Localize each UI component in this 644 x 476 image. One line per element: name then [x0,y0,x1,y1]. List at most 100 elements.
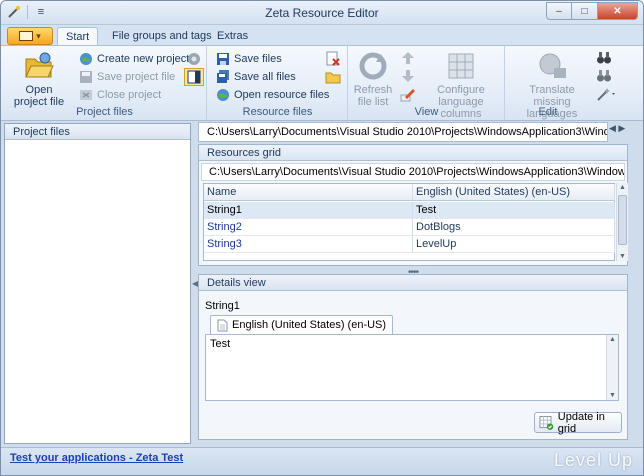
file-path-bar[interactable]: C:\Users\Larry\Documents\Visual Studio 2… [198,122,608,142]
refresh-file-list-label: Refresh file list [353,84,393,108]
level-up-watermark: Level Up [553,450,633,470]
row-value-cell[interactable]: DotBlogs [413,219,615,236]
language-tab-label: English (United States) (en-US) [232,319,387,331]
tab-extras[interactable]: Extras [209,27,256,46]
find-binoculars-icon[interactable] [596,50,612,66]
row-value-cell[interactable]: Test [413,202,615,219]
application-menu-button[interactable]: ▾ [7,27,53,45]
table-row[interactable]: String1 Test [204,202,615,219]
folder-open-icon [25,52,54,78]
close-button[interactable]: ✕ [598,2,638,20]
open-resource-files-label: Open resource files [234,88,330,101]
folder-icon[interactable] [325,69,341,85]
status-bar: Test your applications - Zeta Test Level… [1,447,643,475]
group-view: Refresh file list Configure language col… [349,46,505,120]
table-row[interactable]: String2 DotBlogs [204,219,615,236]
translate-globe-icon [539,53,566,78]
group-project-files: Open project file Create new project Sav… [3,46,207,120]
scroll-up-icon[interactable]: ▲ [609,336,616,343]
project-settings-icon[interactable] [186,51,202,67]
row-name-cell[interactable]: String2 [204,219,413,236]
globe-icon [80,52,92,65]
close-project-icon [80,89,92,100]
path-scroll-arrows[interactable]: ◀ ▶ [609,123,625,134]
scroll-down-icon[interactable]: ▼ [609,392,616,399]
tab-file-groups-and-tags[interactable]: File groups and tags [104,27,220,46]
delete-file-icon[interactable] [325,51,341,67]
group-label-resource-files: Resource files [242,106,313,118]
app-window: ≡ Zeta Resource Editor – □ ✕ ▾ Start Fil… [0,0,644,476]
chevron-down-icon: ▾ [36,30,41,41]
grid-scrollbar[interactable]: ▲ ▼ [616,183,628,261]
translation-text-editor[interactable]: Test ▲ ▼ [205,334,619,401]
details-view-title: Details view [199,275,627,291]
toggle-panel-icon[interactable] [184,68,204,86]
globe-open-icon [217,88,229,101]
create-new-project-button[interactable]: Create new project [79,50,189,67]
group-label-edit: Edit [538,106,558,118]
close-project-button[interactable]: Close project [79,86,161,103]
arrow-down-icon[interactable] [400,68,416,84]
open-project-file-label: Open project file [13,84,65,108]
open-resource-files-button[interactable]: Open resource files [216,86,329,103]
refresh-file-list-button[interactable]: Refresh file list [353,50,393,108]
resource-file-path-text: C:\Users\Larry\Documents\Visual Studio 2… [209,166,625,178]
update-in-grid-button[interactable]: Update in grid [534,410,622,435]
save-icon [217,52,229,65]
save-project-file-button[interactable]: Save project file [79,68,175,85]
save-all-files-button[interactable]: Save all files [216,68,296,85]
row-name-cell[interactable]: String1 [204,202,413,219]
save-disk-icon [80,70,92,83]
group-label-view: View [414,106,439,118]
scroll-up-icon[interactable]: ▲ [619,184,626,191]
scroll-thumb[interactable] [618,195,627,245]
table-row[interactable]: String3 LevelUp [204,236,615,253]
save-project-file-label: Save project file [97,70,176,83]
group-label-project-files: Project files [76,106,133,118]
edit-pencil-icon[interactable] [400,86,416,102]
tools-wand-icon[interactable] [596,86,618,102]
tab-start[interactable]: Start [57,27,99,46]
translation-text: Test [210,338,231,350]
resources-grid-title: Resources grid [199,145,627,161]
open-project-file-button[interactable]: Open project file [9,50,69,108]
replace-binoculars-icon[interactable] [596,68,612,84]
save-files-label: Save files [234,52,282,65]
scroll-down-icon[interactable]: ▼ [619,253,626,260]
selected-key-label: String1 [205,300,240,312]
project-files-panel: Project files [4,123,191,444]
resources-grid[interactable]: Name English (United States) (en-US) Str… [203,183,615,261]
grid-update-icon [539,415,554,430]
editor-scrollbar[interactable]: ▲ ▼ [606,335,618,400]
save-files-button[interactable]: Save files [216,50,282,67]
minimize-button[interactable]: – [546,2,572,20]
group-edit: Translate missing languages Edit [506,46,626,120]
row-name-cell[interactable]: String3 [204,236,413,253]
zeta-test-link[interactable]: Test your applications - Zeta Test [10,452,183,464]
resource-file-path: C:\Users\Larry\Documents\Visual Studio 2… [201,163,625,181]
ribbon: Open project file Create new project Sav… [1,45,643,121]
arrow-up-icon[interactable] [400,50,416,66]
grid-columns-icon [448,53,474,79]
document-icon [217,319,228,331]
column-header-english[interactable]: English (United States) (en-US) [413,184,615,201]
project-files-tree[interactable] [5,141,190,443]
title-bar: ≡ Zeta Resource Editor – □ ✕ [1,1,643,25]
details-view-panel: Details view String1 English (United Sta… [198,274,628,440]
create-new-project-label: Create new project [97,52,190,65]
window-controls: – □ ✕ [546,2,638,20]
file-path-text: C:\Users\Larry\Documents\Visual Studio 2… [207,126,607,138]
row-value-cell[interactable]: LevelUp [413,236,615,253]
app-menu-icon [19,31,34,41]
save-all-icon [217,69,229,83]
ribbon-tabs: ▾ Start File groups and tags Extras [1,25,643,46]
close-project-label: Close project [97,88,162,101]
column-header-name[interactable]: Name [204,184,413,201]
maximize-button[interactable]: □ [572,2,598,20]
project-files-title: Project files [5,124,190,140]
resources-grid-panel: Resources grid C:\Users\Larry\Documents\… [198,144,628,266]
update-in-grid-label: Update in grid [557,410,605,435]
grid-header-row: Name English (United States) (en-US) [204,184,615,201]
language-tab[interactable]: English (United States) (en-US) [210,315,394,334]
group-resource-files: Save files Save all files Open resource … [208,46,348,120]
